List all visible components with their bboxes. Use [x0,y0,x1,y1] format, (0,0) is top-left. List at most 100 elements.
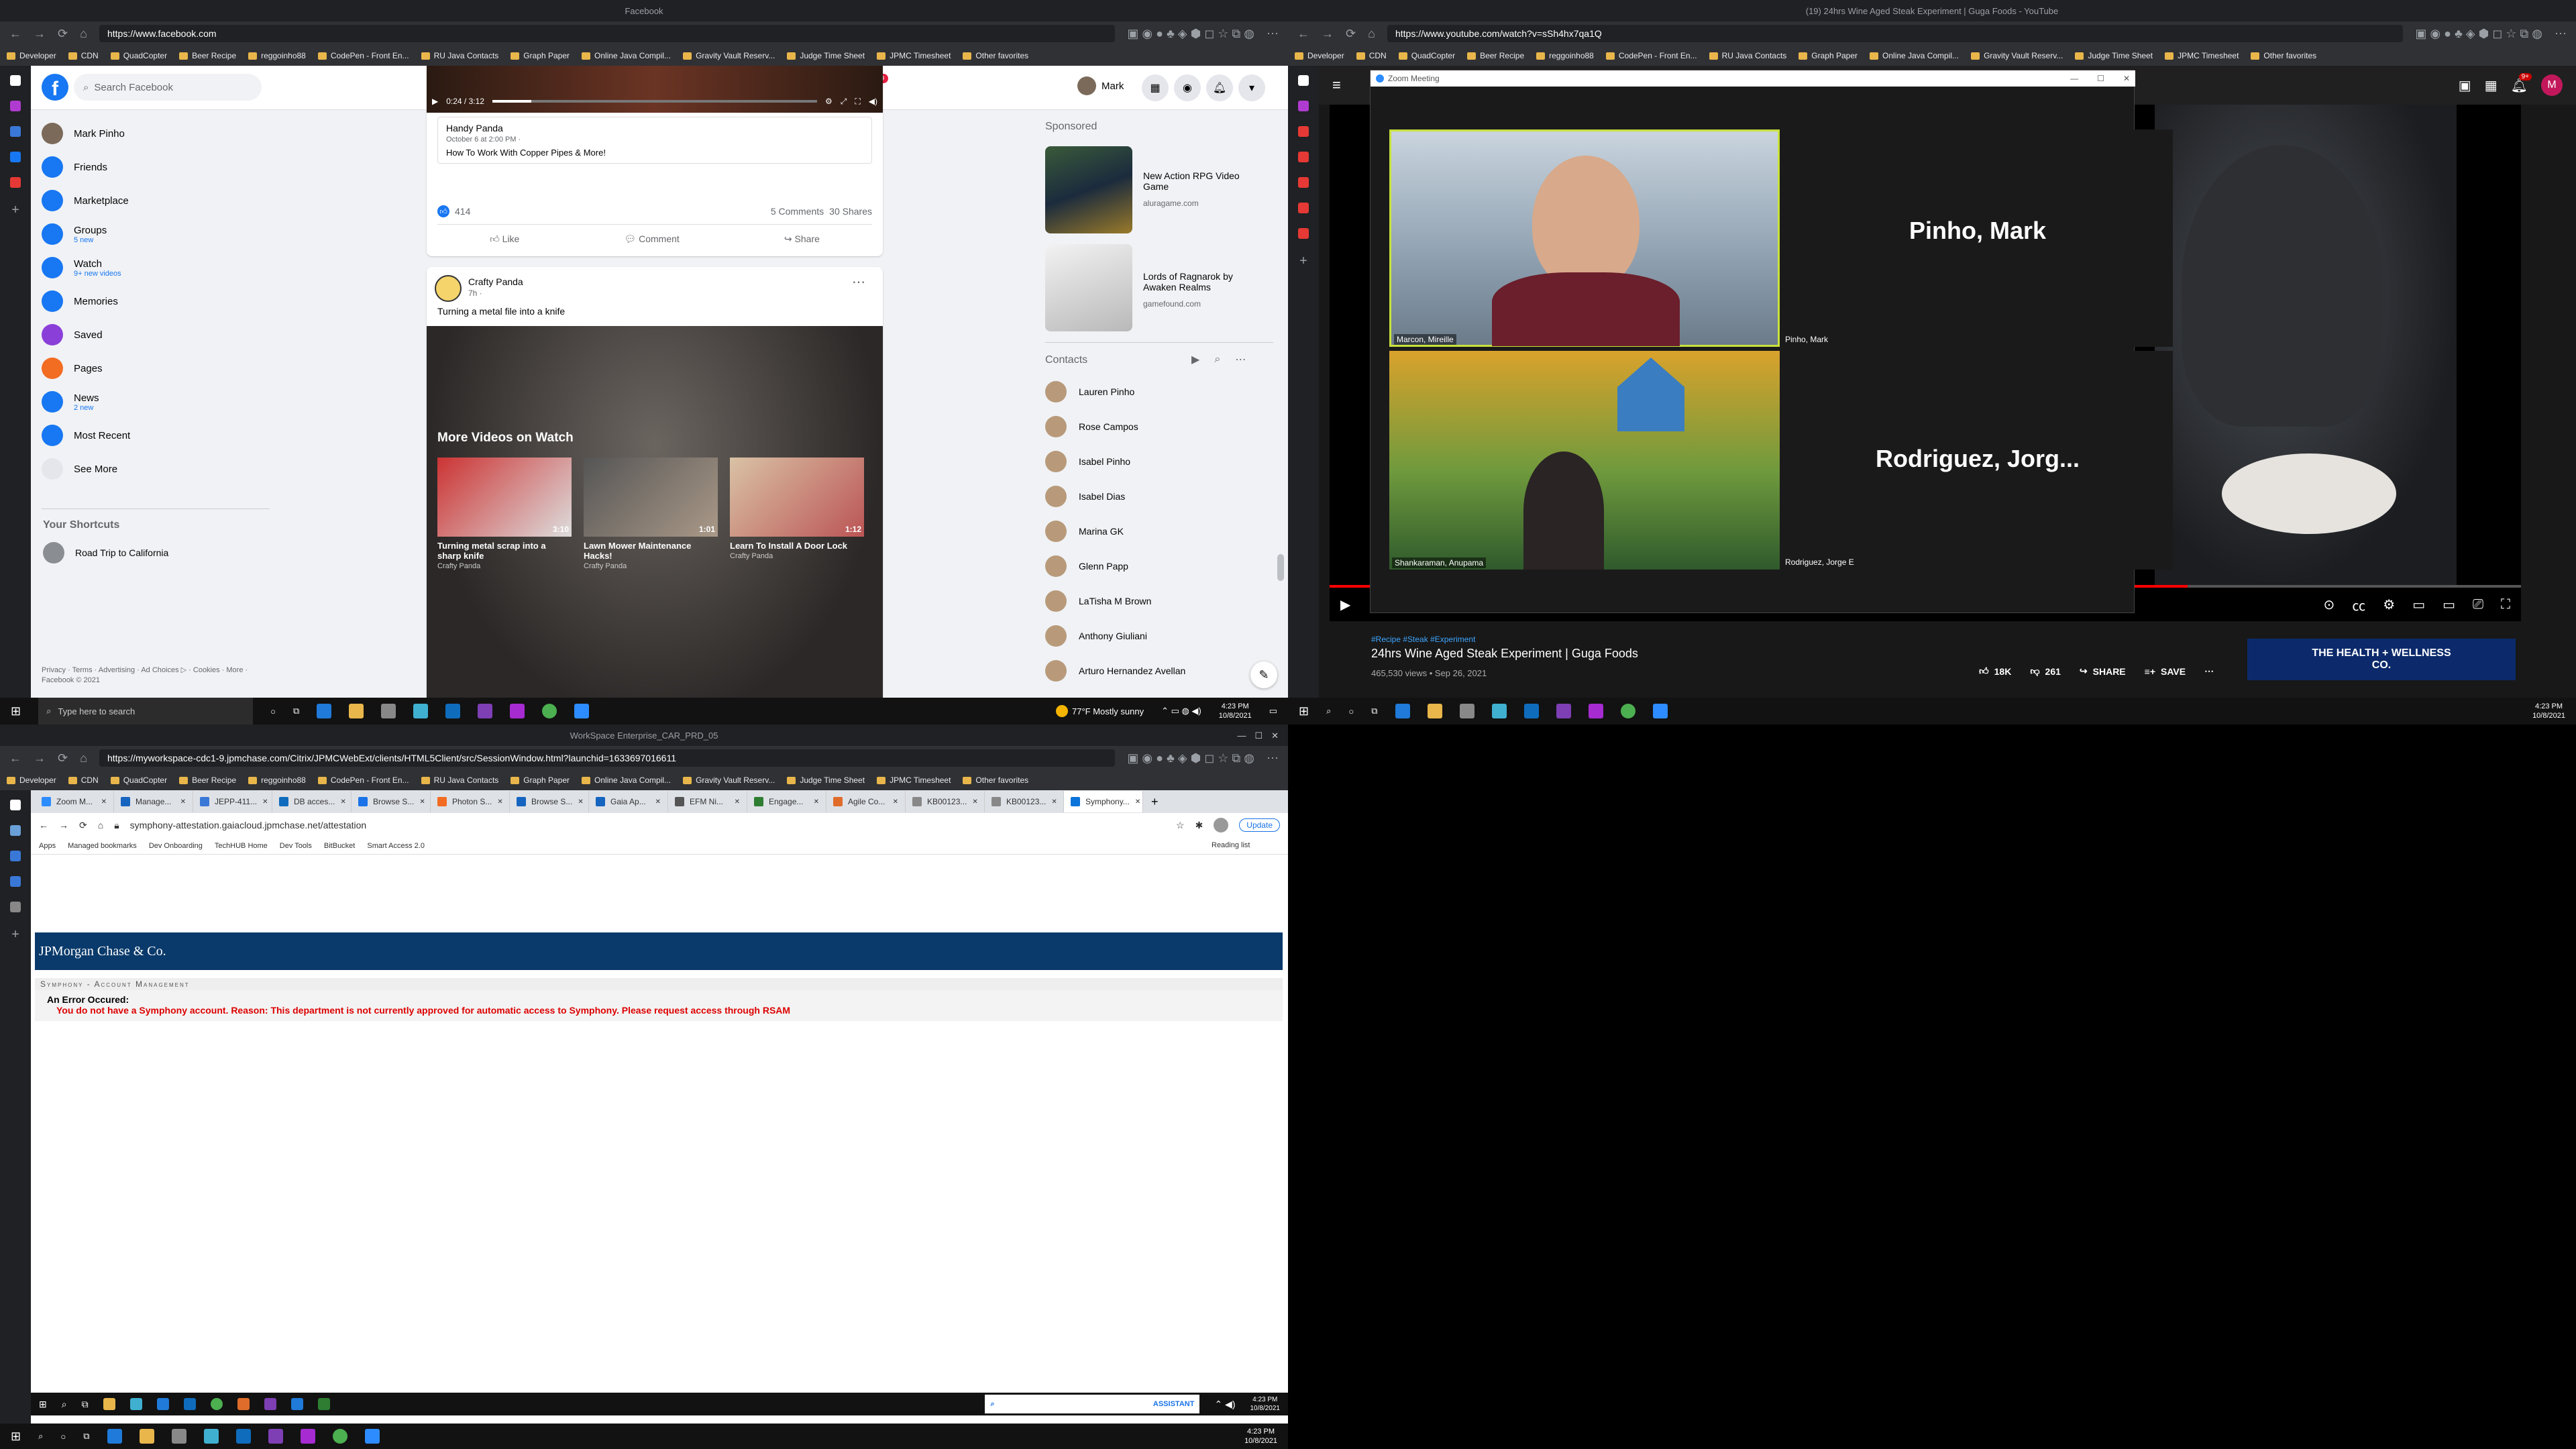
bookmark-item[interactable]: Beer Recipe [179,775,236,785]
explorer-app-icon[interactable] [103,1398,115,1410]
close-icon[interactable]: ✕ [893,798,898,806]
inner-tab[interactable]: EFM Ni... ✕ [668,791,747,812]
fb-footer-links[interactable]: Privacy · Terms · Advertising · Ad Choic… [42,665,256,686]
zoom-app-icon[interactable] [364,1429,380,1444]
sidebar-item[interactable]: Marketplace [42,184,270,217]
bookmark-item[interactable]: QuadCopter [111,775,167,785]
new-tab-icon[interactable]: + [11,203,19,218]
like-button[interactable]: 👍︎ Like [490,233,519,245]
close-icon[interactable]: ✕ [101,798,107,806]
app-icon[interactable] [413,704,429,718]
chevron-down-icon[interactable]: ▾ [1238,74,1265,101]
sidebar-item[interactable]: Groups 5 new [42,217,270,251]
taskbar-search[interactable]: ⌕ Type here to search [38,698,254,724]
windows-start-icon[interactable]: ⊞ [39,1399,47,1410]
explorer-app-icon[interactable] [349,704,364,718]
assistant-search[interactable]: ⌕ ASSISTANT [985,1395,1200,1413]
captions-icon[interactable]: ㏄ [2352,595,2365,614]
apps-icon[interactable]: ▦ [2485,77,2498,94]
fb-search-input[interactable]: ⌕ Search Facebook [74,74,262,101]
reload-icon[interactable]: ⟳ [79,820,87,831]
sidebar-item[interactable]: Friends [42,150,270,184]
inner-bookmark[interactable]: BitBucket [324,842,355,850]
bookmark-item[interactable]: Judge Time Sheet [787,775,865,785]
close-icon[interactable]: ✕ [180,798,186,806]
menu-icon[interactable]: ⋯ [2555,27,2567,41]
panda-avatar[interactable] [435,275,462,302]
bookmark-item[interactable]: Gravity Vault Reserv... [683,775,775,785]
jpmc-logo[interactable]: JPMorgan Chase & Co. [39,944,166,959]
update-button[interactable]: Update [1239,818,1280,832]
save-button[interactable]: ≡+ SAVE [2145,666,2186,677]
fb-url-field[interactable]: https://www.facebook.com [99,25,1116,42]
new-message-icon[interactable]: ✎ [1250,661,1277,688]
reload-icon[interactable]: ⟳ [58,751,68,765]
zoom-app-icon[interactable] [574,704,590,718]
bookmark-item[interactable]: CDN [1356,51,1387,60]
cast-icon[interactable]: ⎚ [2473,597,2483,612]
weather-widget[interactable]: 77°F Mostly sunny [1056,705,1144,717]
bookmark-item[interactable]: Gravity Vault Reserv... [683,51,775,60]
app-icon[interactable] [156,1398,169,1410]
sidebar-item[interactable]: Mark Pinho [42,117,270,150]
extensions-icon[interactable]: ▣ ◉ ● ♣ ◈ ⬢ ◻ ☆ ⧉ ◍ [1127,751,1254,765]
chrome-app-icon[interactable] [210,1398,223,1410]
app-icon[interactable] [237,1398,250,1410]
play-icon[interactable]: ▶ [1340,596,1350,613]
comment-button[interactable]: 💬︎ Comment [624,233,679,245]
chrome-app-icon[interactable] [332,1429,347,1444]
tab-icon[interactable] [10,902,21,912]
edge-app-icon[interactable] [1395,704,1410,718]
close-icon[interactable]: ✕ [340,798,345,806]
excel-app-icon[interactable] [317,1398,330,1410]
bookmark-item[interactable]: RU Java Contacts [421,51,499,60]
app-icon[interactable] [203,1429,219,1444]
play-icon[interactable]: ▶ [432,97,438,106]
chrome-app-icon[interactable] [542,704,557,718]
contact-item[interactable]: Rose Campos [1045,409,1273,444]
app-icon[interactable] [264,1398,276,1410]
new-tab-icon[interactable]: + [11,927,19,943]
tab-icon[interactable] [10,75,21,86]
bookmark-item[interactable]: Graph Paper [511,51,570,60]
contact-item[interactable]: Marina GK [1045,514,1273,549]
inner-bookmark[interactable]: Dev Tools [280,842,312,850]
windows-start-icon[interactable]: ⊞ [11,1430,21,1444]
bookmark-item[interactable]: JPMC Timesheet [2165,51,2239,60]
bookmark-item[interactable]: reggoinho88 [1536,51,1594,60]
video-end-screen[interactable]: More Videos on Watch 3:10 Turning metal s… [427,326,883,698]
avatar[interactable]: M [2541,74,2563,96]
watch-video-card[interactable]: 1:01 Lawn Mower Maintenance Hacks! Crafty … [584,458,718,570]
edge-app-icon[interactable] [317,704,332,718]
tab-icon[interactable] [10,800,21,810]
tab-icon[interactable] [1298,228,1309,239]
outlook-app-icon[interactable] [445,704,461,718]
star-icon[interactable]: ☆ [1176,820,1185,831]
sidebar-item[interactable]: Most Recent [42,419,270,452]
inner-tab[interactable]: Engage... ✕ [747,791,826,812]
close-icon[interactable]: ✕ [419,798,425,806]
contact-item[interactable]: Isabel Pinho [1045,444,1273,479]
bookmark-item[interactable]: CDN [68,51,99,60]
extensions-icon[interactable]: ▣ ◉ ● ♣ ◈ ⬢ ◻ ☆ ⧉ ◍ [2415,27,2542,41]
bookmark-item[interactable]: Online Java Compil... [582,775,671,785]
inner-tab[interactable]: Symphony... ✕ [1064,791,1143,812]
window-controls[interactable]: — ☐ ✕ [1237,729,1279,741]
close-icon[interactable]: ✕ [1135,798,1140,806]
messenger-icon[interactable]: ◉ [1174,74,1201,101]
close-icon[interactable]: ✕ [655,798,661,806]
store-app-icon[interactable] [171,1429,186,1444]
inner-tab[interactable]: DB acces... ✕ [272,791,352,812]
close-icon[interactable]: ✕ [2123,74,2130,83]
minimize-icon[interactable]: — [2070,74,2078,83]
zoom-app-icon[interactable] [1652,704,1668,718]
bookmark-item[interactable]: CodePen - Front En... [1606,51,1697,60]
bookmark-item[interactable]: Developer [7,51,56,60]
tab-icon[interactable] [1298,177,1309,188]
bookmark-item[interactable]: Other favorites [2251,51,2316,60]
autoplay-toggle-icon[interactable]: ⊙ [2323,596,2334,613]
inner-tab[interactable]: Gaia Ap... ✕ [589,791,668,812]
outlook-app-icon[interactable] [183,1398,196,1410]
tab-icon[interactable] [10,152,21,162]
search-icon[interactable]: ⌕ [38,1431,43,1442]
